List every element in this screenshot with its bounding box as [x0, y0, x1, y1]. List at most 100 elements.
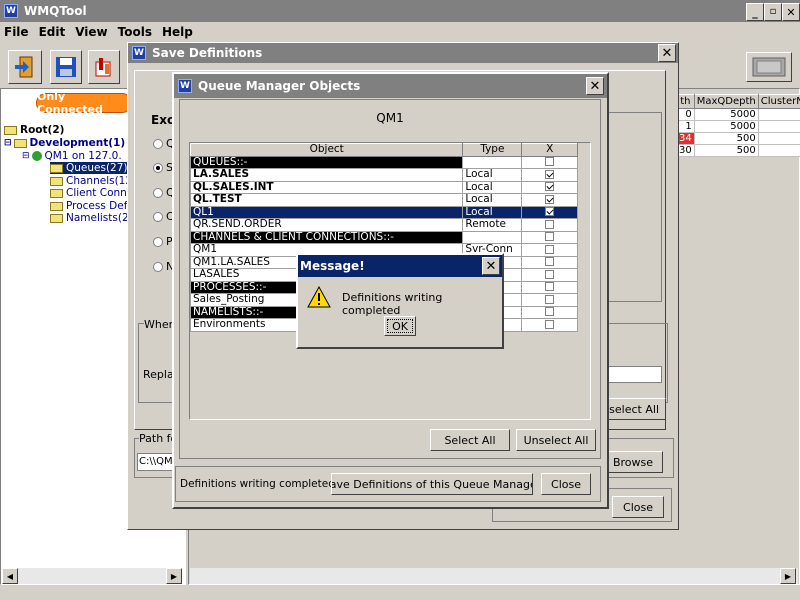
save-toolbar-button[interactable] — [50, 50, 82, 84]
path-input[interactable]: C:\\QM — [137, 453, 177, 471]
tree-qm1[interactable]: ⊟ QM1 on 127.0. — [22, 150, 122, 162]
checkbox[interactable] — [545, 244, 555, 254]
type-cell: Local — [462, 180, 523, 194]
table-row[interactable]: 30 500 — [676, 144, 800, 157]
tree-root[interactable]: Root(2) — [4, 124, 64, 136]
column-header-type[interactable]: Type — [462, 143, 523, 157]
object-cell: QL1 — [189, 205, 464, 219]
table-row[interactable]: QL1 Local — [189, 205, 578, 219]
checkbox[interactable] — [545, 307, 555, 317]
checkbox-cell — [521, 305, 578, 319]
table-row[interactable]: 34 500 — [676, 132, 800, 145]
object-cell: LA.SALES — [189, 168, 464, 182]
close-button[interactable]: ✕ — [658, 44, 676, 62]
menu-edit[interactable]: Edit — [39, 25, 66, 39]
scroll-left-button[interactable]: ▶ — [780, 568, 796, 584]
exit-toolbar-button[interactable] — [8, 50, 42, 84]
radio-option-selected[interactable] — [153, 163, 163, 173]
browse-button[interactable]: Browse — [603, 451, 663, 473]
restore-button[interactable]: ▫ — [764, 3, 782, 21]
qm-connected-icon — [31, 151, 42, 161]
menu-view[interactable]: View — [75, 25, 107, 39]
only-connected-button[interactable]: Only Connected — [36, 90, 132, 116]
checkbox[interactable] — [545, 257, 555, 267]
tree-namelists[interactable]: Namelists(2) — [50, 212, 133, 224]
menu-file[interactable]: File — [4, 25, 29, 39]
checkbox[interactable] — [545, 294, 555, 304]
radio-option[interactable] — [153, 188, 163, 198]
column-header-object[interactable]: Object — [189, 143, 464, 157]
table-row[interactable]: QR.SEND.ORDER Remote — [189, 218, 578, 232]
table-row[interactable]: QL.TEST Local — [189, 193, 578, 207]
close-save-dialog-button[interactable]: Close — [612, 496, 664, 518]
column-header-x[interactable]: X — [521, 143, 578, 157]
radio-option[interactable] — [153, 262, 163, 272]
type-cell: Local — [462, 168, 523, 182]
tree-queues[interactable]: Queues(27) — [50, 162, 130, 174]
folder-icon — [50, 213, 63, 223]
exc-label: Exc — [151, 113, 175, 127]
right-h-scrollbar[interactable]: ▶ — [190, 568, 798, 584]
checkbox-cell — [521, 230, 578, 244]
table-row[interactable]: CHANNELS & CLIENT CONNECTIONS::- — [189, 230, 578, 244]
close-button[interactable]: ✕ — [586, 77, 604, 95]
menu-help[interactable]: Help — [162, 25, 193, 39]
scroll-right-button[interactable]: ▶ — [166, 568, 182, 584]
checkbox-checked[interactable] — [545, 182, 555, 192]
save-definitions-titlebar: W Save Definitions ✕ — [128, 43, 678, 63]
tools-toolbar-button[interactable] — [88, 50, 120, 84]
tree-channels[interactable]: Channels(12) — [50, 175, 136, 187]
save-qm-definitions-button[interactable]: Save Definitions of this Queue Manager — [331, 473, 533, 495]
table-row[interactable]: 0 5000 — [676, 108, 800, 121]
checkbox-checked[interactable] — [545, 207, 555, 217]
checkbox[interactable] — [545, 282, 555, 292]
folder-icon — [50, 201, 63, 211]
ok-button[interactable]: OK — [384, 316, 416, 336]
checkbox[interactable] — [545, 319, 555, 329]
object-cell: QUEUES::- — [189, 155, 464, 169]
table-row[interactable]: LA.SALES Local — [189, 168, 578, 182]
screen-toolbar-button[interactable] — [746, 52, 792, 82]
minimize-button[interactable]: _ — [746, 3, 764, 21]
checkbox-checked[interactable] — [545, 194, 555, 204]
tree-process-definitions[interactable]: Process Defin — [50, 200, 137, 212]
checkbox[interactable] — [545, 269, 555, 279]
menu-tools[interactable]: Tools — [118, 25, 152, 39]
table-row[interactable]: 1 5000 — [676, 120, 800, 133]
table-row[interactable]: QL.SALES.INT Local — [189, 180, 578, 194]
tree-development[interactable]: ⊟ Development(1) — [4, 137, 125, 149]
select-all-button[interactable]: Select All — [430, 429, 510, 451]
close-button[interactable]: ✕ — [482, 257, 500, 275]
left-h-scrollbar[interactable]: ◀ ▶ — [2, 568, 182, 584]
object-cell: QL.TEST — [189, 193, 464, 207]
radio-option[interactable] — [153, 237, 163, 247]
folder-icon — [50, 188, 63, 198]
column-header[interactable]: th — [676, 94, 695, 109]
close-qm-dialog-button[interactable]: Close — [541, 473, 591, 495]
radio-option[interactable] — [153, 139, 163, 149]
table-row[interactable]: QUEUES::- — [189, 155, 578, 169]
column-header[interactable]: ClusterNa — [757, 94, 800, 109]
checkbox[interactable] — [545, 157, 555, 167]
checkbox-cell — [521, 180, 578, 194]
replace-input[interactable] — [600, 366, 662, 383]
checkbox[interactable] — [545, 219, 555, 229]
exit-door-icon — [15, 56, 33, 78]
when-label: When — [144, 318, 176, 331]
unselect-all-button[interactable]: Unselect All — [600, 398, 666, 420]
checkbox-checked[interactable] — [545, 169, 555, 179]
tools-icon — [95, 58, 111, 77]
close-button[interactable]: ✕ — [782, 3, 800, 21]
qm-objects-titlebar: W Queue Manager Objects ✕ — [174, 74, 607, 98]
checkbox-cell — [521, 193, 578, 207]
queue-attributes-table: thMaxQDepthClusterNa 05000 15000 34500 3… — [676, 94, 800, 157]
menu-bar: File Edit View Tools Help — [4, 25, 203, 39]
radio-option[interactable] — [153, 212, 163, 222]
column-header[interactable]: MaxQDepth — [693, 94, 759, 109]
checkbox[interactable] — [545, 232, 555, 242]
folder-icon — [50, 176, 63, 186]
checkbox-cell — [521, 293, 578, 307]
checkbox-cell — [521, 318, 578, 332]
scroll-left-button[interactable]: ◀ — [2, 568, 18, 584]
unselect-all-qm-button[interactable]: Unselect All — [516, 429, 596, 451]
